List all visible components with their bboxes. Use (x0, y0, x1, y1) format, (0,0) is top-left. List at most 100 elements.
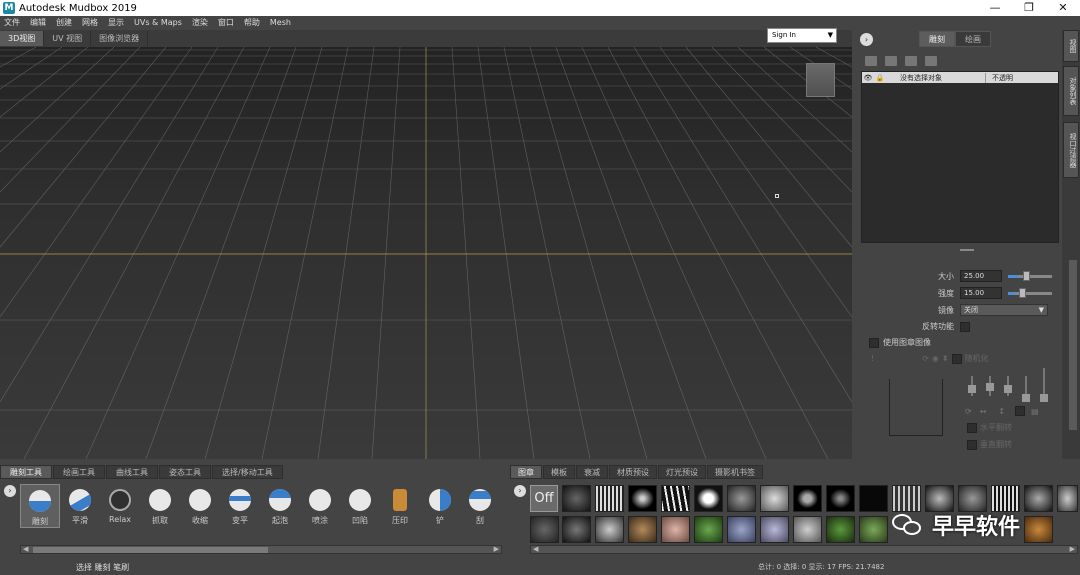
vertical-arrow-icon[interactable]: ↕ (998, 407, 1005, 416)
stamp-thumbnail[interactable] (793, 485, 822, 512)
tray-toggle-icon[interactable]: › (4, 485, 16, 497)
stamp-thumbnail[interactable] (595, 485, 624, 512)
tool-spray[interactable]: 喷涂 (300, 484, 340, 528)
strength-slider-knob[interactable] (1018, 287, 1026, 298)
merge-layer-icon[interactable] (925, 56, 937, 66)
tool-grab[interactable]: 抓取 (140, 484, 180, 528)
visibility-icon[interactable]: ◉ (932, 354, 939, 363)
menu-render[interactable]: 渲染 (192, 17, 208, 28)
folder-icon[interactable] (885, 56, 897, 66)
tab-sculpt-tools[interactable]: 雕刻工具 (0, 465, 52, 479)
fader-knob-2[interactable] (986, 383, 994, 391)
menu-help[interactable]: 帮助 (244, 17, 260, 28)
tool-pinch[interactable]: 收缩 (180, 484, 220, 528)
size-slider[interactable] (1008, 270, 1052, 281)
collapse-panel-icon[interactable]: › (860, 33, 873, 46)
stamp-thumbnail[interactable] (628, 516, 657, 543)
stamp-thumbnail[interactable] (991, 485, 1020, 512)
tab-light-presets[interactable]: 灯光预设 (658, 465, 706, 479)
flip-vertical-checkbox[interactable] (967, 439, 977, 450)
delete-layer-icon[interactable] (905, 56, 917, 66)
stamp-thumbnail[interactable] (727, 485, 756, 512)
stamp-thumbnail[interactable] (925, 485, 954, 512)
tab-stencils[interactable]: 模板 (543, 465, 575, 479)
strength-slider[interactable] (1008, 287, 1052, 298)
tool-smooth[interactable]: 平滑 (60, 484, 100, 528)
stamp-thumbnail[interactable] (727, 516, 756, 543)
tray-toggle-icon[interactable]: › (514, 485, 526, 497)
layer-list[interactable]: 👁 🔒 没有选择对象 不透明 (861, 71, 1059, 243)
size-slider-knob[interactable] (1023, 270, 1030, 281)
arrows-icon[interactable]: ⬍ (942, 354, 949, 363)
stamp-thumbnail[interactable] (859, 485, 888, 512)
tool-fill[interactable]: 铲 (420, 484, 460, 528)
stamp-thumbnail[interactable] (826, 516, 855, 543)
tool-scrape[interactable]: 刮 (460, 484, 500, 528)
stamp-thumbnail[interactable] (760, 516, 789, 543)
tab-viewport-filter[interactable]: 视口过滤器 (1063, 122, 1079, 178)
tab-image-browser[interactable]: 图像浏览器 (91, 31, 149, 46)
tab-curve-tools[interactable]: 曲线工具 (106, 465, 158, 479)
stamp-thumbnail[interactable] (859, 516, 888, 543)
tool-relax[interactable]: Relax (100, 484, 140, 528)
lock-aspect-checkbox[interactable] (1015, 406, 1026, 416)
mirror-select[interactable]: 关闭 ▼ (960, 304, 1048, 316)
invert-checkbox[interactable] (960, 321, 970, 332)
fader-knob-3[interactable] (1004, 385, 1012, 393)
stamp-thumbnail[interactable] (530, 516, 559, 543)
tool-sculpt[interactable]: 雕刻 (20, 484, 60, 528)
menu-create[interactable]: 创建 (56, 17, 72, 28)
copy-icon[interactable]: ▤ (1031, 407, 1039, 416)
fader-knob-1[interactable] (968, 385, 976, 393)
panel-resize-handle[interactable] (960, 249, 974, 251)
menu-window[interactable]: 窗口 (218, 17, 234, 28)
tab-pose-tools[interactable]: 姿态工具 (159, 465, 211, 479)
tab-object-list[interactable]: 对象列表 (1063, 66, 1079, 116)
menu-mesh[interactable]: Mesh (270, 18, 291, 27)
stamp-thumbnail[interactable] (562, 485, 591, 512)
stamp-thumbnail[interactable] (892, 485, 921, 512)
stamp-tray-scrollbar[interactable]: ◀ ▶ (530, 545, 1078, 554)
tool-foamy[interactable]: 起泡 (260, 484, 300, 528)
stamp-thumbnail[interactable] (1024, 516, 1053, 543)
stamp-thumbnail[interactable] (826, 485, 855, 512)
menu-display[interactable]: 显示 (108, 17, 124, 28)
maximize-button[interactable]: ❐ (1012, 0, 1046, 16)
properties-scrollbar[interactable] (1068, 250, 1078, 458)
menu-file[interactable]: 文件 (4, 17, 20, 28)
fader-track-4[interactable] (1025, 376, 1027, 396)
tool-tray-scrollbar[interactable]: ◀ ▶ (20, 545, 502, 554)
scrollbar-thumb[interactable] (33, 547, 268, 553)
tab-sculpt-layers[interactable]: 雕刻 (919, 31, 955, 47)
menu-mesh-cn[interactable]: 网格 (82, 17, 98, 28)
fader-knob-4[interactable] (1022, 394, 1030, 402)
stamp-thumbnail[interactable] (628, 485, 657, 512)
tab-material-presets[interactable]: 材质预设 (609, 465, 657, 479)
stamp-thumbnail[interactable] (661, 485, 690, 512)
rotate-icon[interactable]: ⟳ (922, 354, 929, 363)
flip-horizontal-checkbox[interactable] (967, 422, 977, 433)
tool-imprint[interactable]: 压印 (380, 484, 420, 528)
tab-3d-view[interactable]: 3D视图 (0, 31, 45, 46)
menu-uvs-maps[interactable]: UVs & Maps (134, 18, 182, 27)
fader-knob-5[interactable] (1040, 394, 1048, 402)
size-input[interactable]: 25.00 (960, 270, 1002, 282)
3d-viewport[interactable] (0, 47, 852, 459)
stamp-thumbnail[interactable] (958, 485, 987, 512)
scroll-right-icon[interactable]: ▶ (1070, 545, 1075, 553)
eye-icon[interactable]: 👁 (862, 74, 874, 82)
view-cube[interactable] (806, 63, 835, 97)
use-stamp-checkbox[interactable] (869, 337, 879, 348)
new-layer-icon[interactable] (865, 56, 877, 66)
tab-stamps[interactable]: 图章 (510, 465, 542, 479)
randomize-checkbox[interactable] (951, 353, 962, 364)
close-button[interactable]: ✕ (1046, 0, 1080, 16)
tool-flatten[interactable]: 变平 (220, 484, 260, 528)
stamp-thumbnail[interactable] (760, 485, 789, 512)
stamp-thumbnail[interactable] (793, 516, 822, 543)
menu-edit[interactable]: 编辑 (30, 17, 46, 28)
stamp-thumbnail[interactable] (1024, 485, 1053, 512)
scrollbar-thumb[interactable] (1069, 260, 1077, 430)
stamp-thumbnail[interactable] (562, 516, 591, 543)
lock-icon[interactable]: 🔒 (874, 74, 886, 82)
